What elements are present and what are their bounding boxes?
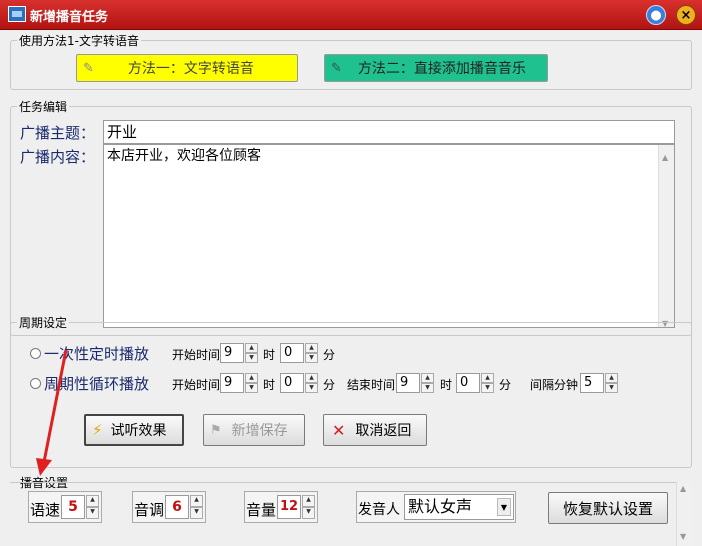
help-icon[interactable]: ● — [646, 5, 666, 25]
method2-label: 方法二：直接添加播音音乐 — [357, 61, 526, 77]
loop-hour-label: 时 — [263, 378, 276, 392]
method1-label: 方法一：文字转语音 — [127, 61, 254, 77]
spin-up-icon[interactable]: ▲ — [305, 343, 318, 353]
tag-icon: ⚑ — [210, 422, 222, 438]
end-minute-label: 分 — [499, 378, 512, 392]
spin-down-icon[interactable]: ▼ — [86, 507, 99, 519]
once-start-hour-input[interactable]: 9 — [220, 343, 244, 363]
interval-label: 间隔分钟 — [530, 378, 579, 392]
preview-button[interactable]: ⚡ 试听效果 — [84, 414, 184, 446]
interval-input[interactable]: 5 — [580, 373, 604, 393]
scroll-up-icon[interactable]: ▲ — [662, 147, 668, 169]
content-text: 本店开业，欢迎各位顾客 — [107, 148, 261, 164]
save-label: 新增保存 — [231, 423, 288, 439]
lightning-icon: ⚡ — [92, 421, 103, 439]
tone-input[interactable]: 6 — [165, 495, 189, 519]
method2-button[interactable]: ✎ 方法二：直接添加播音音乐 — [324, 54, 548, 82]
cancel-label: 取消返回 — [355, 423, 412, 439]
once-start-min-input[interactable]: 0 — [280, 343, 304, 363]
spin-up-icon[interactable]: ▲ — [86, 495, 99, 507]
spin-up-icon[interactable]: ▲ — [421, 373, 434, 383]
cancel-button[interactable]: ✕ 取消返回 — [323, 414, 427, 446]
once-start-time-label: 开始时间 — [172, 348, 221, 362]
reset-defaults-button[interactable]: 恢复默认设置 — [548, 492, 668, 524]
close-icon[interactable]: × — [676, 5, 696, 25]
bottom-scrollbar[interactable]: ▲ ▼ — [676, 482, 692, 546]
spin-up-icon[interactable]: ▲ — [481, 373, 494, 383]
method-group-legend: 使用方法1-文字转语音 — [19, 34, 139, 48]
scroll-up-icon[interactable]: ▲ — [680, 484, 686, 493]
end-time-label: 结束时间 — [347, 378, 396, 392]
app-icon — [8, 6, 26, 22]
end-hour-label: 时 — [440, 378, 453, 392]
spin-up-icon[interactable]: ▲ — [190, 495, 203, 507]
loop-start-min-input[interactable]: 0 — [280, 373, 304, 393]
window-client: 使用方法1-文字转语音 ✎ 方法一：文字转语音 ✎ 方法二：直接添加播音音乐 任… — [0, 30, 702, 546]
spin-down-icon[interactable]: ▼ — [302, 507, 315, 519]
broadcast-divider — [10, 482, 690, 483]
scroll-down-icon[interactable]: ▼ — [680, 532, 686, 541]
loop-start-hour-input[interactable]: 9 — [220, 373, 244, 393]
content-scrollbar[interactable]: ▲ ▼ — [658, 145, 674, 328]
title-bar: 新增播音任务 ● × — [0, 0, 702, 30]
once-minute-label: 分 — [323, 348, 336, 362]
spin-down-icon[interactable]: ▼ — [481, 383, 494, 393]
once-radio[interactable] — [30, 348, 41, 359]
volume-label: 音量 — [246, 501, 277, 519]
end-hour-input[interactable]: 9 — [396, 373, 420, 393]
spin-up-icon[interactable]: ▲ — [302, 495, 315, 507]
topic-input[interactable]: 开业 — [103, 120, 675, 144]
spin-down-icon[interactable]: ▼ — [190, 507, 203, 519]
loop-radio[interactable] — [30, 378, 41, 389]
topic-label: 广播主题： — [20, 124, 96, 142]
spin-up-icon[interactable]: ▲ — [305, 373, 318, 383]
cancel-x-icon: ✕ — [332, 420, 346, 440]
spin-up-icon[interactable]: ▲ — [245, 343, 258, 353]
loop-minute-label: 分 — [323, 378, 336, 392]
task-group-legend: 任务编辑 — [19, 100, 68, 114]
speed-input[interactable]: 5 — [61, 495, 85, 519]
reset-label: 恢复默认设置 — [562, 499, 653, 518]
spin-down-icon[interactable]: ▼ — [245, 353, 258, 363]
period-group-legend: 周期设定 — [19, 316, 68, 330]
spin-down-icon[interactable]: ▼ — [305, 353, 318, 363]
pencil-icon: ✎ — [331, 60, 342, 76]
tone-label: 音调 — [134, 501, 165, 519]
end-min-input[interactable]: 0 — [456, 373, 480, 393]
method1-button[interactable]: ✎ 方法一：文字转语音 — [76, 54, 298, 82]
window-title: 新增播音任务 — [30, 10, 109, 25]
once-hour-label: 时 — [263, 348, 276, 362]
pencil-icon: ✎ — [83, 60, 94, 76]
spin-up-icon[interactable]: ▲ — [605, 373, 618, 383]
spin-down-icon[interactable]: ▼ — [605, 383, 618, 393]
loop-start-time-label: 开始时间 — [172, 378, 221, 392]
chevron-down-icon[interactable]: ▼ — [497, 498, 511, 516]
content-label: 广播内容： — [20, 148, 96, 166]
content-textarea[interactable]: 本店开业，欢迎各位顾客 ▲ ▼ — [103, 144, 675, 328]
speaker-label: 发音人 — [358, 502, 400, 518]
preview-label: 试听效果 — [110, 423, 167, 439]
volume-input[interactable]: 12 — [277, 495, 301, 519]
speed-label: 语速 — [30, 501, 61, 519]
loop-label: 周期性循环播放 — [44, 375, 150, 393]
save-button[interactable]: ⚑ 新增保存 — [203, 414, 305, 446]
speaker-select[interactable]: 默认女声 ▼ — [404, 494, 514, 520]
spin-up-icon[interactable]: ▲ — [245, 373, 258, 383]
spin-down-icon[interactable]: ▼ — [245, 383, 258, 393]
once-label: 一次性定时播放 — [44, 345, 150, 363]
spin-down-icon[interactable]: ▼ — [305, 383, 318, 393]
spin-down-icon[interactable]: ▼ — [421, 383, 434, 393]
speaker-value: 默认女声 — [408, 497, 473, 516]
